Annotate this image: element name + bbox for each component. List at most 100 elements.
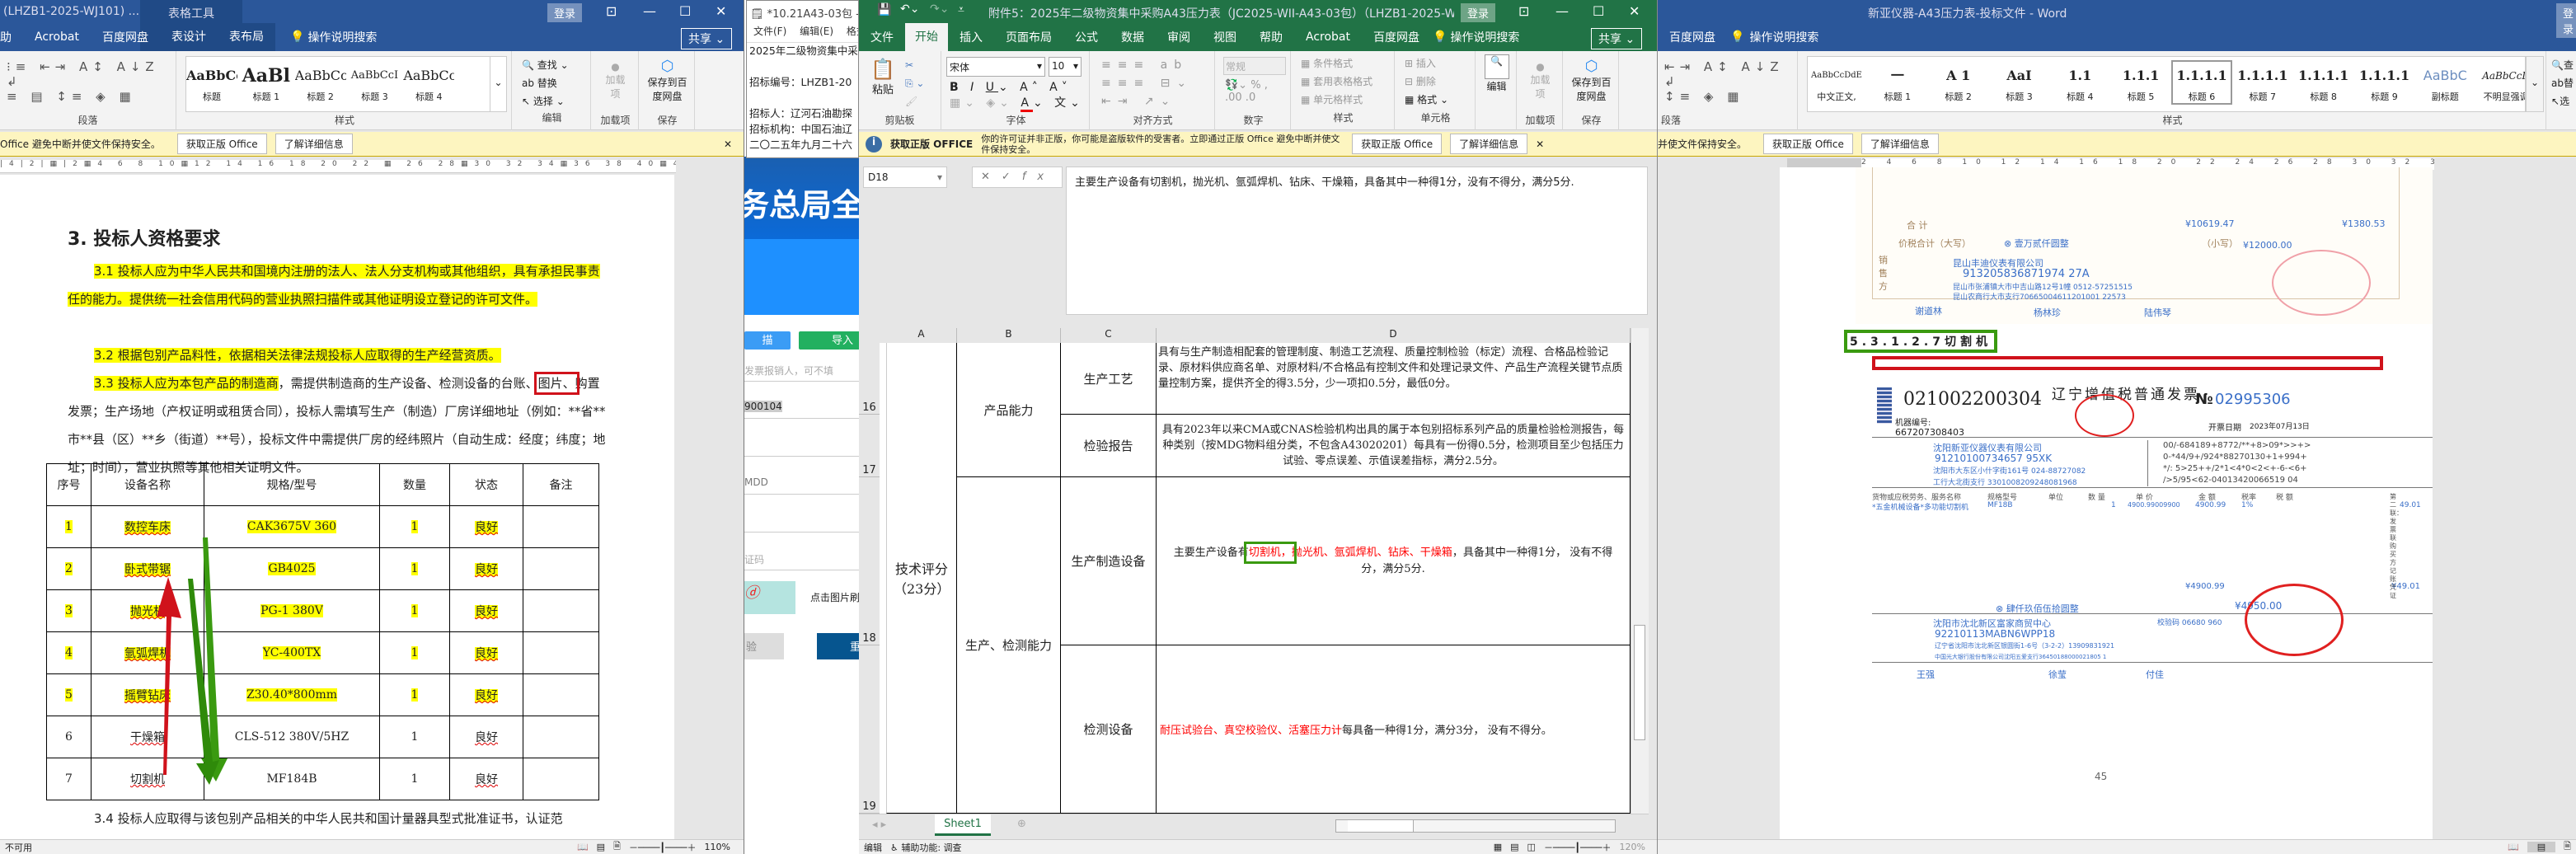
amount-input[interactable] xyxy=(744,432,859,457)
minimize-button[interactable]: — xyxy=(1555,3,1569,19)
close-notice-icon[interactable]: ✕ xyxy=(1536,138,1544,150)
tell-me-search[interactable]: 操作说明搜索 xyxy=(1748,29,1830,45)
horizontal-scrollbar[interactable] xyxy=(1335,819,1616,833)
formula-input[interactable]: 主要生产设备有切割机，抛光机、氩弧焊机、钻床、干燥箱，具备其中一种得1分，没有不… xyxy=(1066,167,1648,315)
cell-C19[interactable]: 检测设备 xyxy=(1061,645,1157,814)
style-heading-6[interactable]: 1.1.1.1 标题 6 xyxy=(2170,60,2232,105)
sheet-nav-arrows[interactable]: ◂ ▸ xyxy=(872,819,886,831)
column-header-D[interactable]: D xyxy=(1157,328,1631,343)
clipboard-tools[interactable]: ✂ ⎘ ⌄ 🖌 xyxy=(905,56,924,110)
get-office-button[interactable]: 获取正版 Office xyxy=(1352,134,1443,154)
tab-acrobat[interactable]: Acrobat xyxy=(1294,30,1362,44)
delete-cells-button[interactable]: ⊟ 删除 xyxy=(1405,73,1466,91)
row-header-16[interactable]: 16 xyxy=(859,343,880,415)
number-format-select[interactable]: 常规 xyxy=(1223,57,1286,75)
cell-B18-B19[interactable]: 生产、检测能力 xyxy=(957,477,1061,814)
menu-format[interactable]: 格式 xyxy=(847,26,858,37)
document-page[interactable]: 合 计 价税合计（大写） ¥10619.47 ¥1380.53 ⊗ 壹万贰仟圆整… xyxy=(1780,167,2433,839)
cell-B16-B17[interactable]: 产品能力 xyxy=(957,343,1061,477)
accessibility-status[interactable]: ♿ 辅助功能: 调查 xyxy=(890,841,962,854)
gallery-more-button[interactable]: ⌄ xyxy=(2526,56,2544,112)
page-break-icon[interactable]: ◫ xyxy=(1527,842,1536,852)
tab-formulas[interactable]: 公式 xyxy=(1063,29,1110,45)
enter-icon[interactable]: ✓ xyxy=(1002,171,1022,183)
maximize-button[interactable]: ☐ xyxy=(1593,3,1604,19)
style-subtitle[interactable]: AaBbC 副标题 xyxy=(2416,62,2474,103)
row-header-18[interactable]: 18 xyxy=(859,477,880,645)
save-icon[interactable]: 💾 xyxy=(877,3,891,16)
sheet-tab-sheet1[interactable]: Sheet1 xyxy=(935,814,991,836)
name-box[interactable]: D18 ▾ xyxy=(863,167,947,188)
normal-view-icon[interactable]: ▦ xyxy=(1494,842,1502,852)
cell-C17[interactable]: 检验报告 xyxy=(1061,415,1157,477)
vertical-scrollbar[interactable] xyxy=(1631,328,1649,814)
cell-D18[interactable]: 主要生产设备有切割机，抛光机、氩弧焊机、钻床、干燥箱，具备其中一种得1分， 没有… xyxy=(1157,477,1631,645)
row-header-19[interactable]: 19 xyxy=(859,645,880,814)
add-sheet-button[interactable]: ⊕ xyxy=(1017,818,1026,830)
login-button[interactable]: 登录 xyxy=(1461,3,1496,22)
insert-cells-button[interactable]: ⊞ 插入 xyxy=(1405,54,1466,73)
font-name-select[interactable]: 宋体 ▾ xyxy=(946,57,1045,77)
captcha-image[interactable]: ⓓ xyxy=(744,581,795,614)
editing-button[interactable]: 编辑 xyxy=(1477,79,1516,93)
paragraph-tools[interactable]: ⇤⇥ A↕ A↓Z ↲ ↕≡ ◈ ▦ xyxy=(1658,51,1797,112)
column-header-B[interactable]: B xyxy=(957,328,1061,343)
style-heading-7[interactable]: 1.1.1.1 标题 7 xyxy=(2234,62,2292,103)
print-layout-icon[interactable]: ▤ xyxy=(2527,842,2556,852)
read-mode-icon[interactable]: 📖 xyxy=(2508,842,2519,852)
redo-icon[interactable]: ↷⌄ xyxy=(930,2,949,16)
addins-button[interactable]: 加载项 xyxy=(1530,73,1551,101)
tell-me-search[interactable]: 操作说明搜索 xyxy=(1448,29,1531,45)
style-heading-8[interactable]: 1.1.1.1 标题 8 xyxy=(2295,62,2353,103)
style-body-cn[interactable]: AaBbCcDdE 中文正文, xyxy=(1808,62,1865,103)
notepad-text[interactable]: 2025年二级物资集中采 招标编号：LHZB1-20 招标人：辽河石油勘探 招标… xyxy=(747,42,858,152)
font-format-tools[interactable]: B I U⌄ A˄ A˅ ▦⌄ ◈⌄ A⌄ 文⌄ xyxy=(950,81,1084,112)
tab-data[interactable]: 数据 xyxy=(1110,29,1156,45)
search-icon[interactable]: 🔍 xyxy=(1484,54,1509,79)
read-mode-icon[interactable]: 📖 xyxy=(577,842,589,852)
tab-file[interactable]: 文件 xyxy=(859,29,905,45)
zoom-level[interactable]: 120% xyxy=(1620,842,1645,852)
alignment-tools[interactable]: ≡≡≡ ab ≡≡≡ ⊟⌄ ⇤⇥ ↗⌄ xyxy=(1091,51,1214,115)
number-tools[interactable]: 💱⌄ % , .00 .0 xyxy=(1225,79,1268,104)
style-heading-4[interactable]: 1.1 标题 4 xyxy=(2051,62,2109,103)
undo-icon[interactable]: ↶⌄ xyxy=(900,2,919,16)
tab-view[interactable]: 视图 xyxy=(1202,29,1248,45)
page-layout-icon[interactable]: ▤ xyxy=(1510,842,1518,852)
web-layout-icon[interactable]: 🗎 xyxy=(2564,839,2571,854)
save-baidu-button[interactable]: 保存到百度网盘 xyxy=(1570,75,1613,103)
style-heading-2[interactable]: A 1 标题 2 xyxy=(1930,62,1987,103)
column-header-A[interactable]: A xyxy=(886,328,957,343)
cell-D19[interactable]: 耐压试验台、真空校验仪、活塞压力计 每具备一种得1分，满分3分， 没有不得分。 xyxy=(1157,645,1631,814)
scan-button[interactable]: 描 xyxy=(744,331,791,350)
scroll-thumb[interactable] xyxy=(1634,625,1645,740)
insert-function-icon[interactable]: fx xyxy=(1022,171,1055,183)
style-heading-1[interactable]: 一标题 1 xyxy=(1869,62,1926,103)
style-subtle-emphasis[interactable]: AaBbCcD 不明显强调 xyxy=(2477,62,2525,103)
tab-help[interactable]: 帮助 xyxy=(1248,29,1294,45)
zoom-slider[interactable]: －────┃────＋ xyxy=(1544,841,1612,854)
zoom-level[interactable]: 110% xyxy=(705,842,730,852)
tab-baidu[interactable]: 百度网盘 xyxy=(1658,29,1727,45)
reimburser-input[interactable]: 发票报销人，可不填 xyxy=(744,357,859,382)
menu-file[interactable]: 文件(F) xyxy=(753,26,786,37)
zoom-slider[interactable]: －────┃────＋ xyxy=(629,841,697,854)
tab-review[interactable]: 审阅 xyxy=(1156,29,1202,45)
style-heading-5[interactable]: 1.1.1 标题 5 xyxy=(2112,62,2170,103)
conditional-format-button[interactable]: ▦ 条件格式 xyxy=(1301,54,1386,73)
style-heading-3[interactable]: AaI 标题 3 xyxy=(1990,62,2048,103)
reset-button[interactable]: 重 xyxy=(817,633,859,659)
find-button[interactable]: 🔍查 xyxy=(2551,56,2576,74)
learn-more-button[interactable]: 了解详细信息 xyxy=(1860,134,1939,154)
select-button[interactable]: ↖选 xyxy=(2551,92,2576,110)
cell-C16[interactable]: 生产工艺 xyxy=(1061,343,1157,415)
invoice-field-input[interactable]: 900104 xyxy=(744,394,859,419)
replace-button[interactable]: ab替 xyxy=(2551,74,2576,92)
share-button[interactable]: 共享 ⌄ xyxy=(1591,28,1643,49)
web-layout-icon[interactable]: 🗎 xyxy=(613,839,621,854)
import-button[interactable]: 导入 xyxy=(799,331,859,350)
quick-access-more[interactable]: ⩡ xyxy=(958,3,964,16)
captcha-input[interactable]: 证码 xyxy=(744,546,859,570)
close-button[interactable]: ✕ xyxy=(1629,3,1640,19)
refresh-captcha-link[interactable]: 点击图片刷 xyxy=(810,590,859,604)
